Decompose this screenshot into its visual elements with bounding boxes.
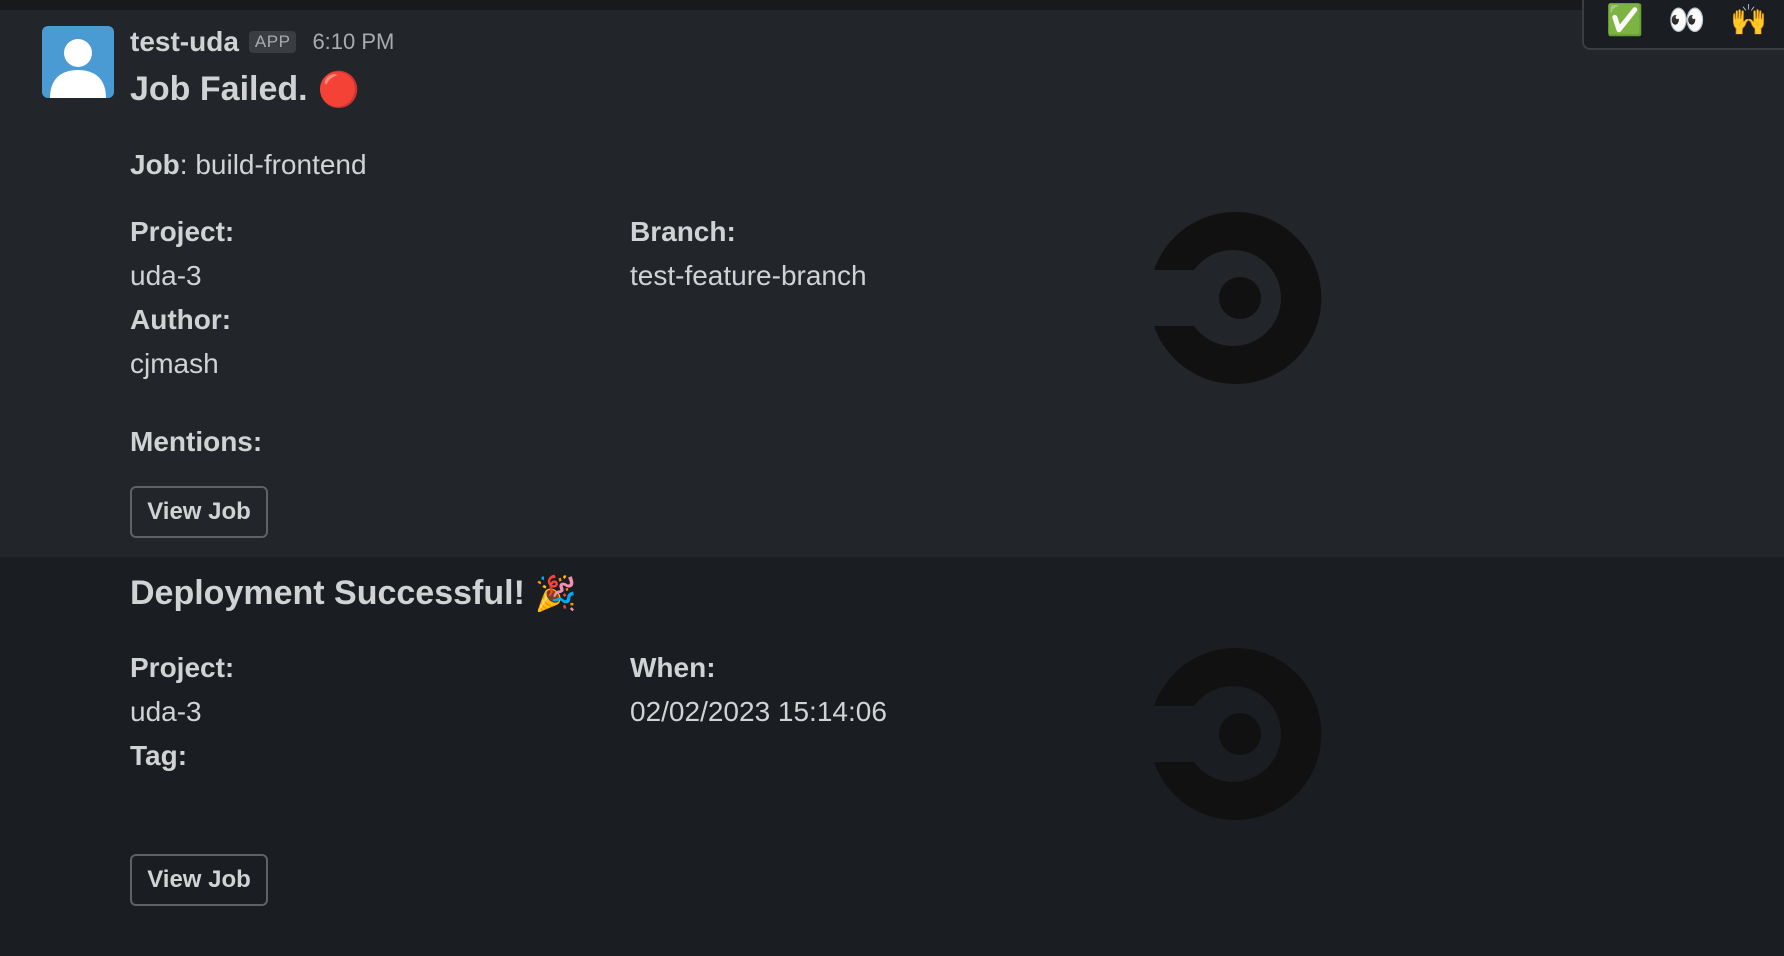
author-label: Author: (130, 304, 232, 335)
app-badge: APP (248, 31, 297, 53)
deploy-project-label: Project: (130, 652, 235, 683)
user-silhouette-icon (50, 39, 106, 98)
avatar[interactable] (42, 26, 114, 98)
eyes-reaction-icon[interactable]: 👀 (1665, 0, 1709, 43)
mentions-label: Mentions: (130, 426, 263, 457)
branch-field: Branch: test-feature-branch (630, 210, 867, 298)
job-label: Job (130, 149, 180, 180)
job-field: Job: build-frontend (130, 143, 367, 187)
when-label: When: (630, 652, 716, 683)
job-value: : build-frontend (179, 149, 367, 180)
circleci-logo-icon (1154, 212, 1322, 384)
job-failed-heading: Job Failed. 🔴 (130, 70, 360, 109)
project-field: Project: uda-3 Author: cjmash (130, 210, 234, 386)
branch-label: Branch: (630, 216, 736, 247)
deploy-view-job-button[interactable]: View Job (130, 854, 268, 906)
deploy-project-field: Project: uda-3 Tag: (130, 646, 234, 778)
deployment-title: Deployment Successful! (130, 574, 525, 612)
reaction-quick-bar: ✅ 👀 🙌 (1582, 0, 1784, 50)
circleci-logo-icon (1154, 648, 1322, 820)
check-mark-reaction-icon[interactable]: ✅ (1603, 0, 1647, 43)
project-label: Project: (130, 216, 235, 247)
when-value: 02/02/2023 15:14:06 (630, 696, 887, 727)
branch-value: test-feature-branch (630, 260, 867, 291)
project-value: uda-3 (130, 260, 202, 291)
message-header: test-uda APP 6:10 PM (130, 22, 394, 62)
sender-name[interactable]: test-uda (130, 26, 239, 58)
party-popper-icon: 🎉 (534, 574, 578, 613)
view-job-button[interactable]: View Job (130, 486, 268, 538)
deploy-project-value: uda-3 (130, 696, 202, 727)
deployment-heading: Deployment Successful! 🎉 (130, 574, 577, 613)
raised-hands-reaction-icon[interactable]: 🙌 (1727, 0, 1771, 43)
message-timestamp[interactable]: 6:10 PM (312, 29, 394, 55)
red-circle-icon: 🔴 (317, 70, 360, 109)
mentions-field: Mentions: (130, 420, 262, 464)
when-field: When: 02/02/2023 15:14:06 (630, 646, 887, 734)
tag-label: Tag: (130, 740, 188, 771)
top-divider (0, 0, 1784, 10)
author-value: cjmash (130, 348, 219, 379)
job-failed-title: Job Failed. (130, 70, 308, 108)
